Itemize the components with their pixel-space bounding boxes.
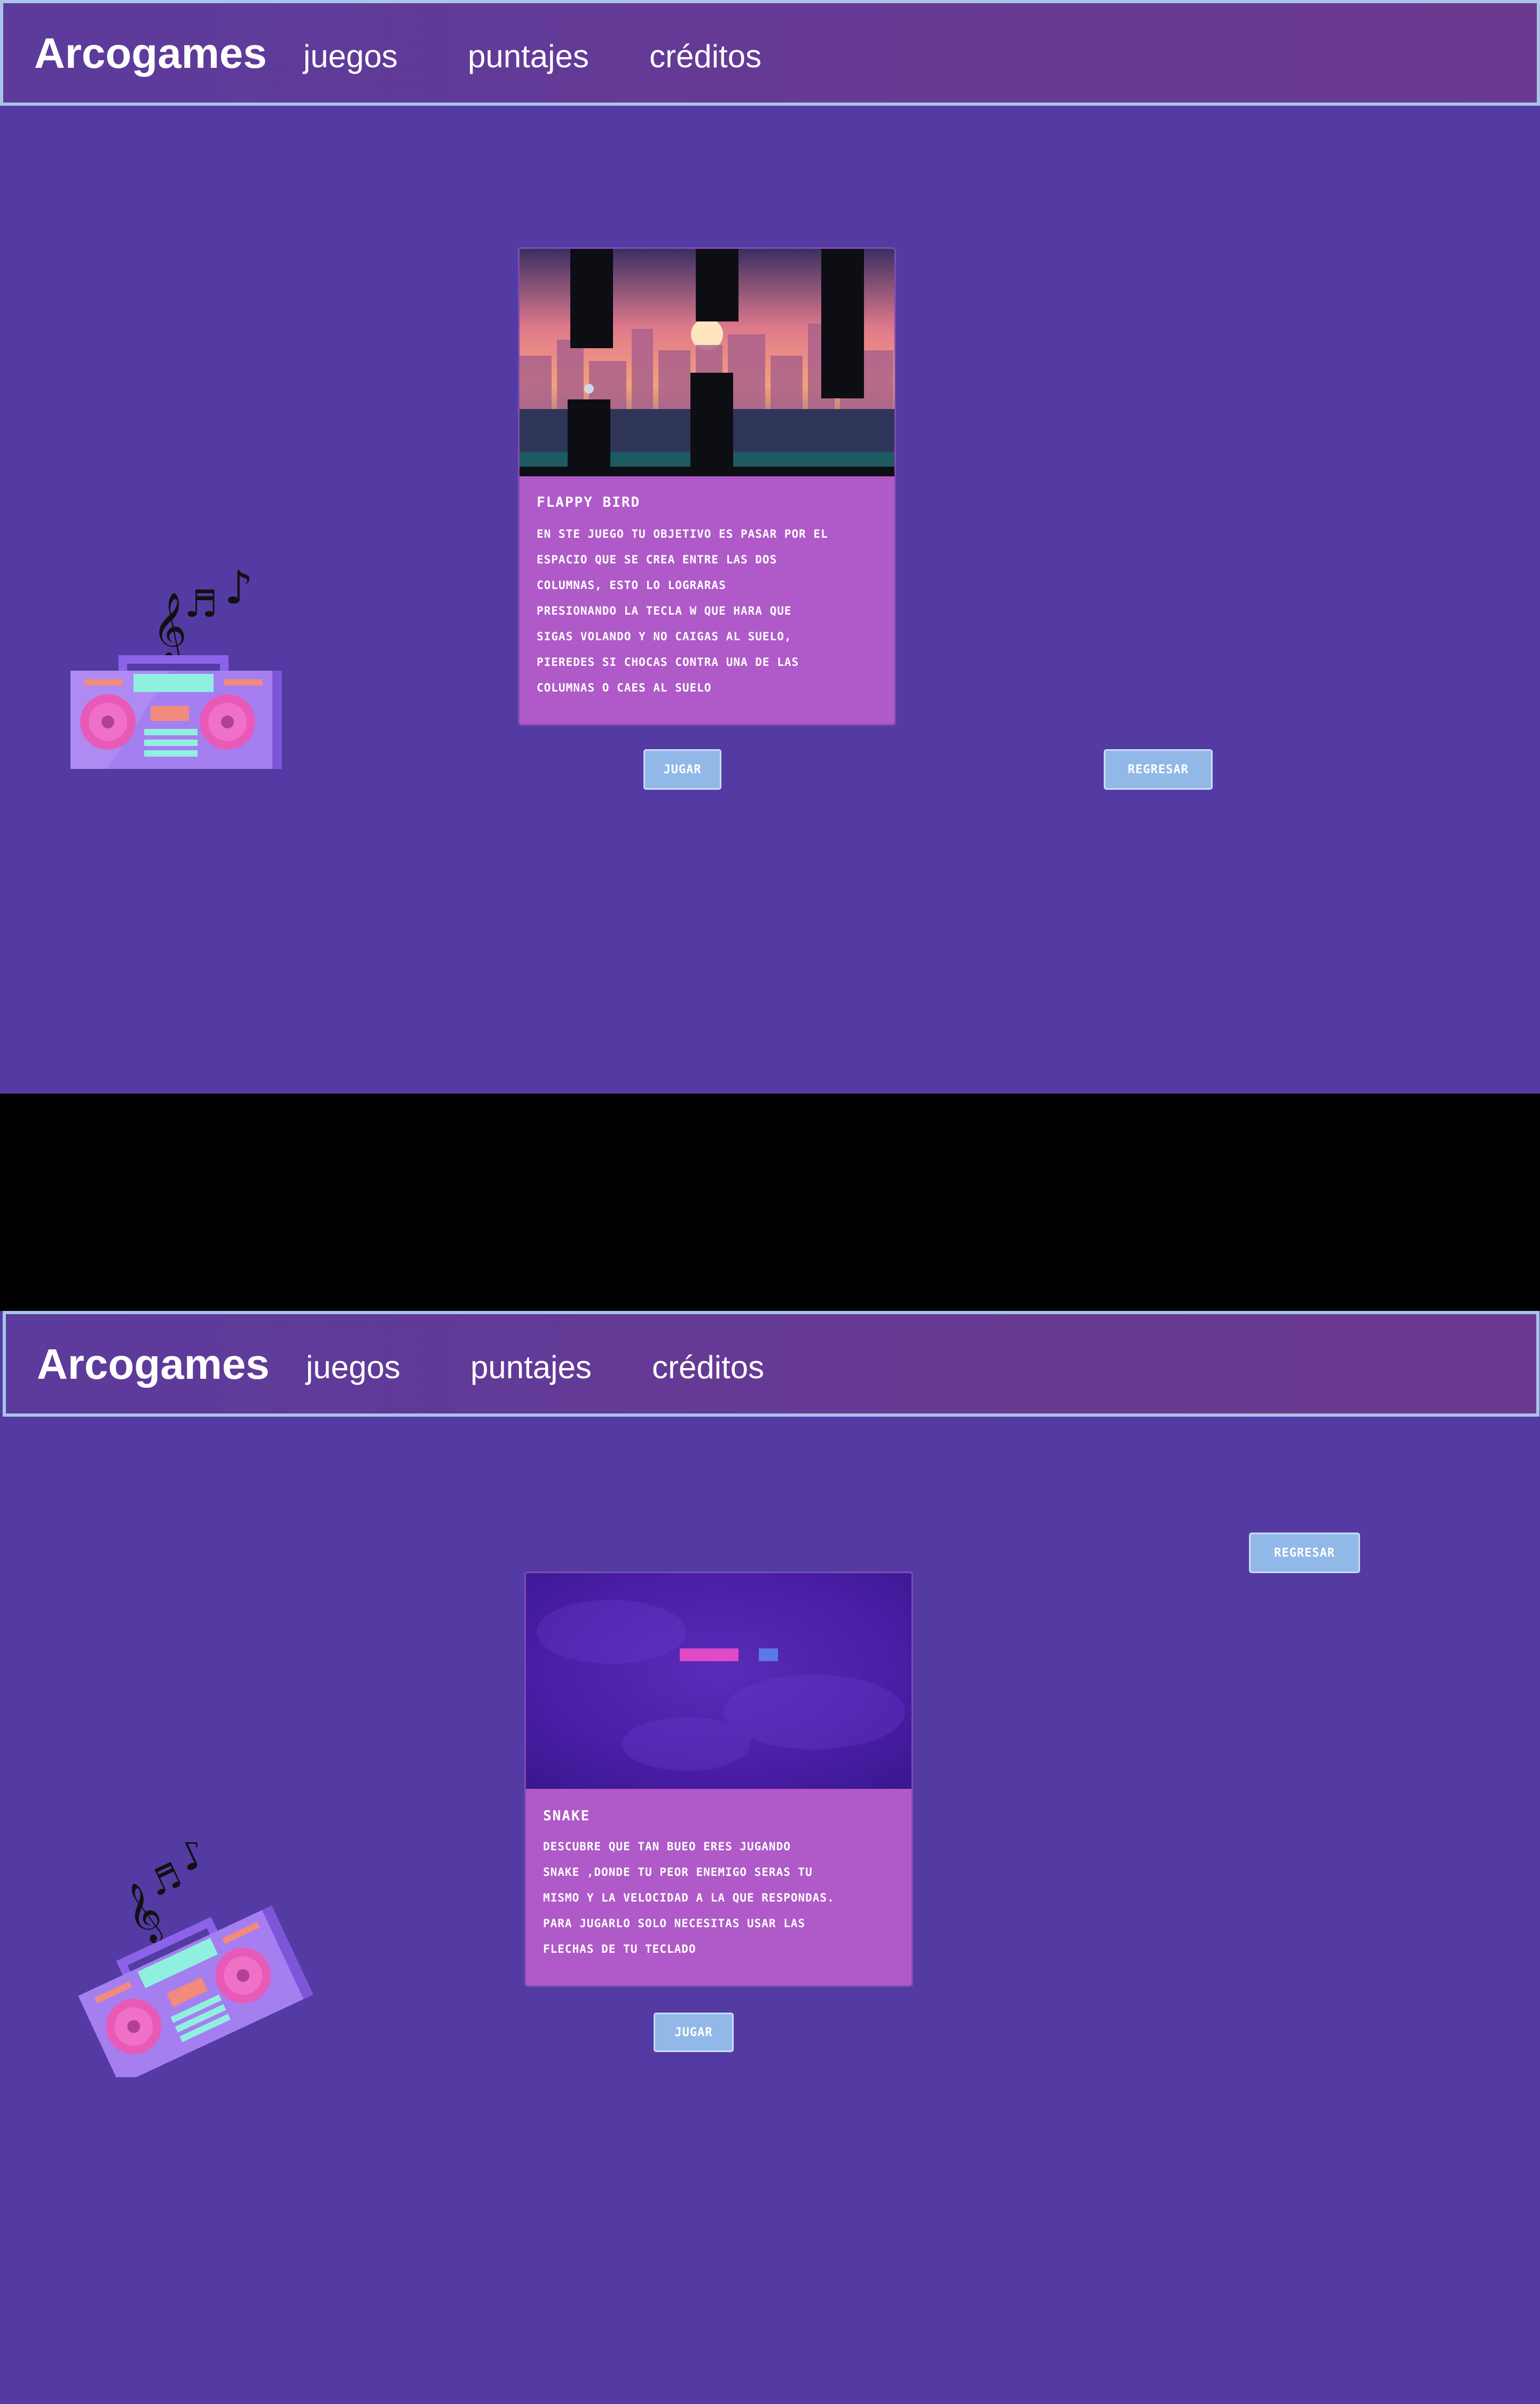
- flappy-bird-card: FLAPPY BIRD EN STE JUEGO TU OBJETIVO ES …: [518, 247, 896, 726]
- navbar: Arcogames juegos puntajes créditos: [3, 1311, 1539, 1417]
- snake-card: SNAKE DESCUBRE QUE TAN BUEO ERES JUGANDO…: [524, 1572, 913, 1987]
- boombox-icon: 𝄞 ♬ ♪: [78, 1842, 313, 2077]
- play-button[interactable]: JUGAR: [654, 2013, 734, 2052]
- boombox-icon: 𝄞 ♬ ♪: [70, 566, 282, 769]
- svg-text:𝄞: 𝄞: [152, 592, 187, 663]
- nav-link-puntajes[interactable]: puntajes: [470, 1346, 592, 1389]
- nav-link-creditos[interactable]: créditos: [652, 1346, 764, 1389]
- card-title: SNAKE: [543, 1808, 591, 1824]
- nav-link-juegos[interactable]: juegos: [306, 1346, 400, 1389]
- card-description: DESCUBRE QUE TAN BUEO ERES JUGANDO SNAKE…: [543, 1840, 835, 1955]
- nav-link-puntajes[interactable]: puntajes: [468, 35, 589, 78]
- nav-link-juegos[interactable]: juegos: [303, 35, 398, 78]
- svg-text:♪: ♪: [224, 566, 253, 615]
- snake-preview-image: [526, 1573, 912, 1789]
- flappy-bird-screen: Arcogames juegos puntajes créditos 𝄞 ♬ ♪: [0, 0, 1540, 1094]
- navbar: Arcogames juegos puntajes créditos: [0, 0, 1540, 106]
- card-title: FLAPPY BIRD: [537, 494, 641, 510]
- svg-text:♬: ♬: [184, 582, 218, 626]
- brand-logo[interactable]: Arcogames: [34, 27, 267, 80]
- card-description: EN STE JUEGO TU OBJETIVO ES PASAR POR EL…: [537, 528, 828, 694]
- brand-logo[interactable]: Arcogames: [37, 1338, 270, 1391]
- flappy-bird-preview-image: [520, 249, 894, 476]
- back-button[interactable]: REGRESAR: [1104, 749, 1213, 790]
- snake-screen: Arcogames juegos puntajes créditos REGRE…: [0, 1311, 1540, 2404]
- play-button[interactable]: JUGAR: [643, 749, 721, 790]
- nav-link-creditos[interactable]: créditos: [649, 35, 761, 78]
- back-button[interactable]: REGRESAR: [1249, 1533, 1360, 1573]
